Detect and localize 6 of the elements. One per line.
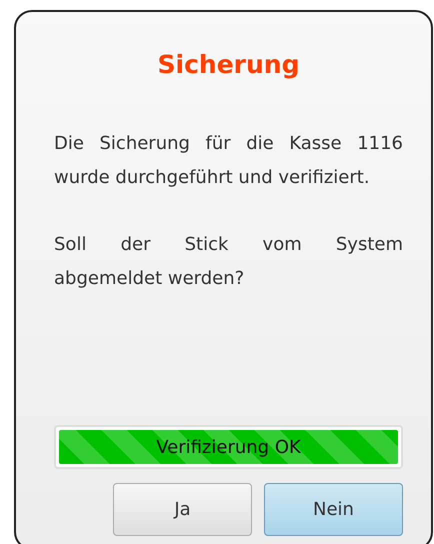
message-text: Soll der Stick vom System abgemeldet werden? bbox=[54, 233, 403, 291]
message-text: Die Sicherung für die Kasse 1116 wurde durchgeführt und verifiziert. bbox=[54, 132, 403, 190]
default-button[interactable]: Nein bbox=[264, 483, 403, 536]
progress-label: Verifizierung OK bbox=[156, 436, 301, 458]
dialog-title: Sicherung bbox=[156, 50, 300, 79]
dialog-button[interactable]: Ja bbox=[113, 483, 252, 536]
